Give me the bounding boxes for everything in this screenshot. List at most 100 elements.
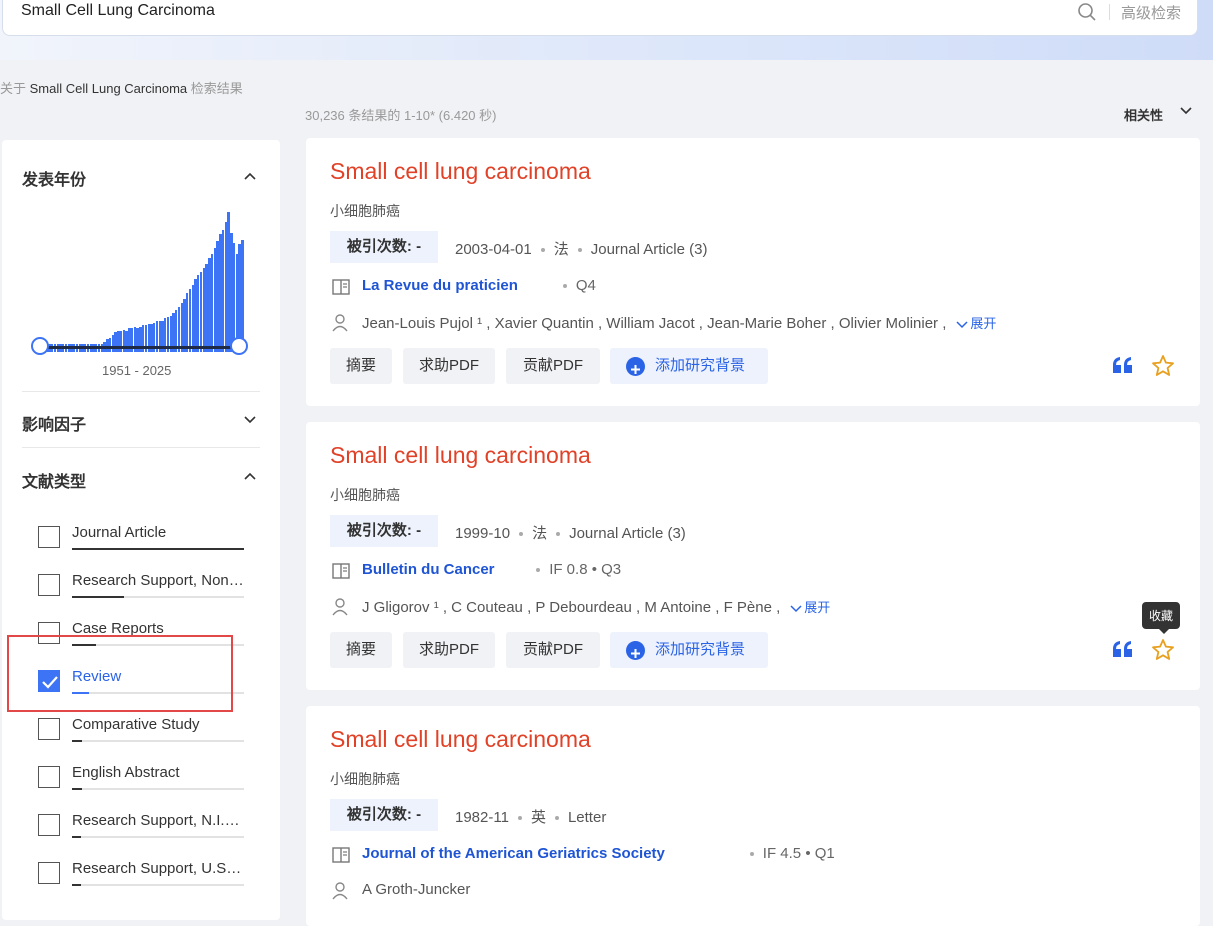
type-share-track	[72, 740, 244, 742]
result-card: Small cell lung carcinoma 小细胞肺癌被引次数: - 200…	[306, 138, 1200, 406]
chevron-down-icon[interactable]	[244, 416, 256, 424]
contribute-pdf-button[interactable]: 贡献PDF	[506, 348, 600, 384]
divider	[1109, 4, 1110, 20]
query-summary: 关于 Small Cell Lung Carcinoma 检索结果	[0, 81, 243, 96]
search-input[interactable]: Small Cell Lung Carcinoma	[21, 2, 215, 20]
journal-link[interactable]: Journal of the American Geriatrics Socie…	[362, 845, 665, 862]
contribute-pdf-button[interactable]: 贡献PDF	[506, 632, 600, 668]
result-subtitle: 小细胞肺癌	[330, 487, 400, 503]
facet-title-type[interactable]: 文献类型	[22, 468, 86, 492]
type-filter-label: Research Support, Non-U.S. Gov't	[72, 572, 244, 589]
plus-icon	[626, 357, 645, 376]
journal-icon	[332, 279, 350, 295]
journal-link[interactable]: Bulletin du Cancer	[362, 561, 495, 578]
type-filter-label: Research Support, N.I.H., Extramural	[72, 812, 244, 829]
chevron-up-icon[interactable]	[244, 172, 256, 180]
checkbox[interactable]	[38, 862, 60, 884]
checkbox[interactable]	[38, 766, 60, 788]
cited-count-badge: 被引次数: -	[330, 799, 438, 831]
chevron-down-icon	[1180, 107, 1192, 115]
checkbox[interactable]	[38, 814, 60, 836]
type-share-track	[72, 788, 244, 790]
type-share-track	[72, 836, 244, 838]
type-share-bar	[72, 884, 81, 886]
result-subtitle: 小细胞肺癌	[330, 771, 400, 787]
result-subtitle: 小细胞肺癌	[330, 203, 400, 219]
star-icon[interactable]	[1151, 354, 1175, 378]
result-title[interactable]: Small cell lung carcinoma	[330, 442, 591, 469]
result-card: Small cell lung carcinoma 小细胞肺癌被引次数: - 199…	[306, 422, 1200, 690]
person-icon	[332, 882, 348, 900]
author-list: A Groth-Juncker	[362, 881, 471, 898]
journal-link[interactable]: La Revue du praticien	[362, 277, 518, 294]
plus-icon	[626, 641, 645, 660]
author-list: Jean-Louis Pujol ¹ , Xavier Quantin , Wi…	[362, 315, 997, 332]
cited-count-badge: 被引次数: -	[330, 515, 438, 547]
type-share-track	[72, 884, 244, 886]
filter-sidebar: 发表年份 1951 - 2025 影响因子 文献类型 Journal Artic…	[2, 140, 280, 920]
divider	[22, 391, 260, 392]
type-filter-item[interactable]: Journal Article	[38, 522, 248, 550]
type-filter-label: Research Support, U.S. Gov't, P.H.S.	[72, 860, 244, 877]
histogram-bar	[241, 240, 244, 352]
abstract-button[interactable]: 摘要	[330, 632, 392, 668]
type-filter-item[interactable]: Comparative Study	[38, 714, 248, 742]
search-icon[interactable]	[1077, 2, 1097, 22]
person-icon	[332, 598, 348, 616]
journal-metrics: IF 0.8 • Q3	[549, 561, 622, 578]
journal-metrics: Q4	[575, 277, 596, 294]
type-share-bar	[72, 596, 124, 598]
result-count: 30,236 条结果的 1-10* (6.420 秒)	[305, 108, 497, 123]
chevron-up-icon[interactable]	[244, 472, 256, 480]
type-filter-label: Journal Article	[72, 524, 167, 541]
highlight-annotation	[7, 635, 233, 712]
type-filter-label: Comparative Study	[72, 716, 200, 733]
journal-metrics: IF 4.5 • Q1	[762, 845, 835, 862]
result-title[interactable]: Small cell lung carcinoma	[330, 726, 591, 753]
journal-icon	[332, 847, 350, 863]
person-icon	[332, 314, 348, 332]
add-context-button[interactable]: 添加研究背景	[610, 348, 768, 384]
result-card: Small cell lung carcinoma 小细胞肺癌被引次数: - 198…	[306, 706, 1200, 926]
checkbox[interactable]	[38, 526, 60, 548]
search-box[interactable]: Small Cell Lung Carcinoma 高级检索	[2, 0, 1198, 36]
sort-dropdown[interactable]: 相关性	[1124, 105, 1192, 124]
checkbox[interactable]	[38, 718, 60, 740]
year-slider-track[interactable]	[40, 346, 240, 349]
add-context-button[interactable]: 添加研究背景	[610, 632, 768, 668]
journal-icon	[332, 563, 350, 579]
year-slider-start-handle[interactable]	[31, 337, 49, 355]
type-filter-item[interactable]: Research Support, Non-U.S. Gov't	[38, 570, 248, 598]
expand-authors-button[interactable]: 展开	[790, 600, 830, 615]
request-pdf-button[interactable]: 求助PDF	[403, 632, 495, 668]
result-meta: 1999-10 法 Journal Article (3)	[455, 525, 686, 542]
year-histogram	[40, 212, 244, 352]
cited-count-badge: 被引次数: -	[330, 231, 438, 263]
result-title[interactable]: Small cell lung carcinoma	[330, 158, 591, 185]
result-meta: 2003-04-01 法 Journal Article (3)	[455, 241, 708, 258]
type-filter-item[interactable]: Research Support, U.S. Gov't, P.H.S.	[38, 858, 248, 886]
cite-quote-icon[interactable]	[1112, 356, 1134, 374]
expand-authors-button[interactable]: 展开	[956, 316, 996, 331]
type-filter-item[interactable]: English Abstract	[38, 762, 248, 790]
chevron-down-icon	[790, 605, 802, 612]
divider	[22, 447, 260, 448]
type-filter-item[interactable]: Research Support, N.I.H., Extramural	[38, 810, 248, 838]
star-icon[interactable]	[1151, 638, 1175, 662]
cite-quote-icon[interactable]	[1112, 640, 1134, 658]
advanced-search-link[interactable]: 高级检索	[1121, 2, 1181, 23]
result-meta: 1982-11 英 Letter	[455, 809, 607, 826]
type-share-bar	[72, 740, 83, 742]
request-pdf-button[interactable]: 求助PDF	[403, 348, 495, 384]
year-slider-end-handle[interactable]	[230, 337, 248, 355]
chevron-down-icon	[956, 321, 968, 328]
author-list: J Gligorov ¹ , C Couteau , P Debourdeau …	[362, 599, 831, 616]
facet-title-year[interactable]: 发表年份	[22, 166, 86, 190]
abstract-button[interactable]: 摘要	[330, 348, 392, 384]
favorite-tooltip: 收藏	[1142, 602, 1181, 634]
type-share-bar	[72, 836, 81, 838]
type-share-bar	[72, 788, 83, 790]
facet-title-impact[interactable]: 影响因子	[22, 411, 86, 435]
checkbox[interactable]	[38, 574, 60, 596]
year-range-label: 1951 - 2025	[102, 363, 172, 378]
